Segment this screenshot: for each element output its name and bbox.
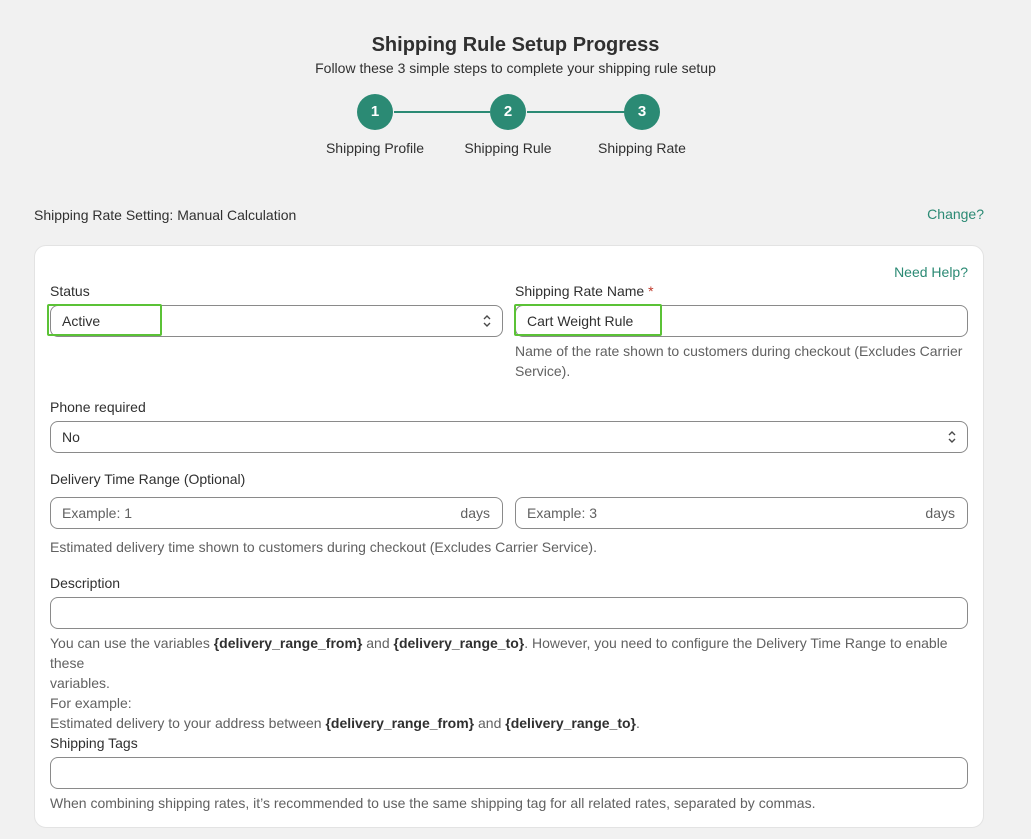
rate-name-input[interactable]: Cart Weight Rule bbox=[515, 305, 968, 337]
delivery-from-input[interactable]: days bbox=[50, 497, 503, 529]
tags-input[interactable] bbox=[50, 757, 968, 789]
rate-name-value: Cart Weight Rule bbox=[527, 313, 634, 329]
select-arrows-icon bbox=[948, 431, 956, 443]
tags-field[interactable] bbox=[62, 758, 956, 788]
step-label: Shipping Profile bbox=[325, 140, 425, 156]
phone-label: Phone required bbox=[50, 399, 146, 415]
step-label: Shipping Rule bbox=[464, 140, 552, 156]
status-select[interactable]: Active bbox=[50, 305, 503, 337]
delivery-to-field[interactable] bbox=[527, 498, 956, 528]
page-title: Shipping Rule Setup Progress bbox=[371, 34, 660, 56]
rate-name-label: Shipping Rate Name * bbox=[515, 283, 654, 299]
select-arrows-icon bbox=[483, 315, 491, 327]
need-help-link[interactable]: Need Help? bbox=[894, 264, 968, 280]
step-number: 2 bbox=[490, 94, 526, 130]
change-link[interactable]: Change? bbox=[927, 206, 984, 222]
phone-value: No bbox=[62, 429, 80, 445]
step-shipping-rate[interactable]: 3 Shipping Rate bbox=[582, 94, 702, 156]
rate-setting-text: Shipping Rate Setting: Manual Calculatio… bbox=[34, 207, 297, 223]
delivery-from-field[interactable] bbox=[62, 498, 491, 528]
delivery-to-input[interactable]: days bbox=[515, 497, 968, 529]
status-value: Active bbox=[62, 313, 101, 329]
phone-required-select[interactable]: No bbox=[50, 421, 968, 453]
step-number: 1 bbox=[357, 94, 393, 130]
status-label: Status bbox=[50, 283, 90, 299]
required-mark: * bbox=[648, 283, 654, 299]
step-shipping-rule[interactable]: 2 Shipping Rule bbox=[448, 94, 568, 156]
rate-name-help: Name of the rate shown to customers duri… bbox=[515, 343, 963, 379]
description-help: You can use the variables {delivery_rang… bbox=[50, 635, 948, 731]
days-suffix: days bbox=[925, 505, 955, 521]
delivery-help: Estimated delivery time shown to custome… bbox=[50, 539, 597, 555]
progress-steps: 1 Shipping Profile 2 Shipping Rule 3 Shi… bbox=[0, 94, 1031, 156]
description-field[interactable] bbox=[62, 598, 956, 628]
tags-help: When combining shipping rates, it’s reco… bbox=[50, 795, 816, 811]
days-suffix: days bbox=[460, 505, 490, 521]
step-shipping-profile[interactable]: 1 Shipping Profile bbox=[315, 94, 435, 156]
tags-label: Shipping Tags bbox=[50, 735, 138, 751]
page-header: Shipping Rule Setup Progress Follow thes… bbox=[0, 0, 1031, 76]
delivery-label: Delivery Time Range (Optional) bbox=[50, 471, 246, 487]
shipping-rate-card: Need Help? Status Active Shipping Rate N… bbox=[34, 245, 984, 828]
page-subtitle: Follow these 3 simple steps to complete … bbox=[315, 60, 716, 76]
step-number: 3 bbox=[624, 94, 660, 130]
step-label: Shipping Rate bbox=[598, 140, 686, 156]
description-label: Description bbox=[50, 575, 121, 591]
description-input[interactable] bbox=[50, 597, 968, 629]
